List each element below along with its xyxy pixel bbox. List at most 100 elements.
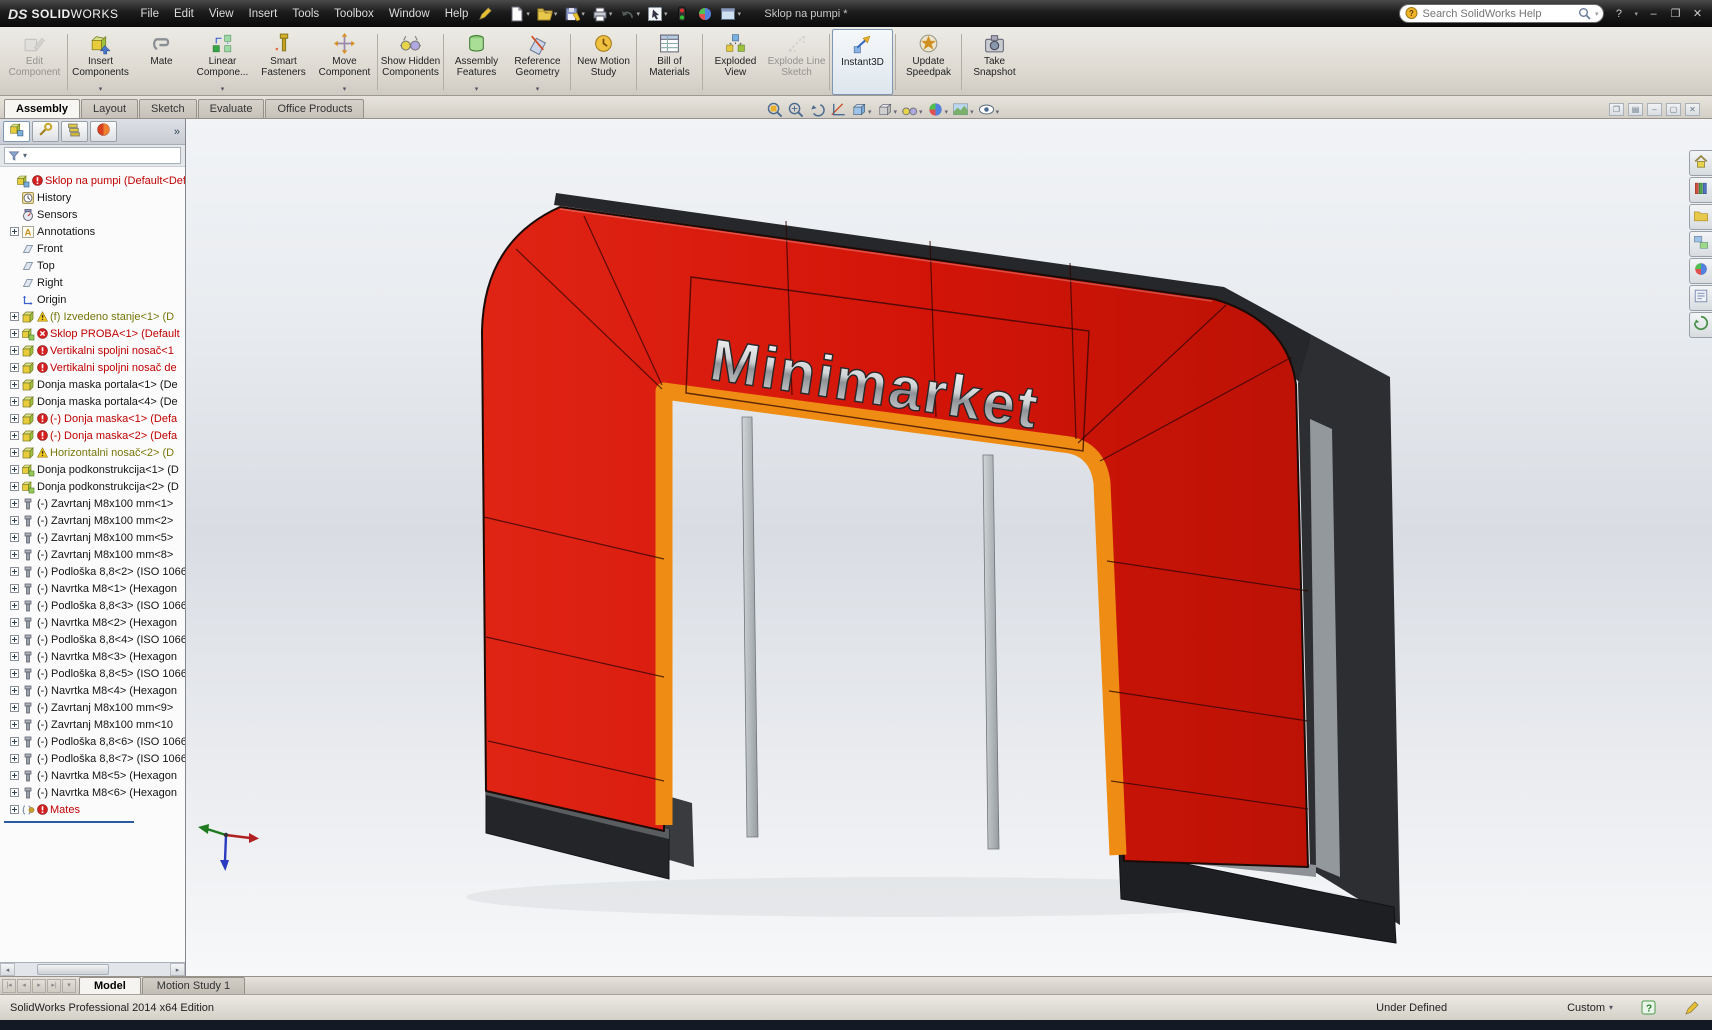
expand-toggle[interactable]	[10, 652, 19, 661]
expand-toggle[interactable]	[10, 771, 19, 780]
expand-toggle[interactable]	[10, 397, 19, 406]
display-style-button[interactable]: ▾	[875, 101, 899, 123]
menu-insert[interactable]: Insert	[249, 8, 278, 20]
tree-item[interactable]: (-) Zavrtanj M8x100 mm<2>	[0, 512, 185, 529]
rollback-bar[interactable]	[4, 821, 134, 823]
exploded-view-button[interactable]: Exploded View	[705, 29, 766, 95]
taskpane-tab-file-explorer[interactable]	[1689, 204, 1712, 230]
expand-toggle[interactable]	[10, 788, 19, 797]
tree-item[interactable]: AAnnotations	[0, 223, 185, 240]
tree-item[interactable]: Sklop PROBA<1> (Default	[0, 325, 185, 342]
scroll-left-button[interactable]: ◂	[0, 963, 15, 976]
tree-item[interactable]: (-) Navrtka M8<4> (Hexagon	[0, 682, 185, 699]
viewport-maximize-button[interactable]: ▢	[1666, 103, 1681, 116]
assembly-model[interactable]: Minimarket	[186, 119, 1712, 976]
expand-toggle[interactable]	[10, 550, 19, 559]
expand-toggle[interactable]	[10, 227, 19, 236]
tab-layout[interactable]: Layout	[81, 99, 138, 118]
search-input[interactable]	[1422, 8, 1573, 20]
menu-help[interactable]: Help	[445, 8, 469, 20]
show-hidden-button[interactable]: Show Hidden Components	[380, 29, 441, 95]
tree-item[interactable]: (-) Navrtka M8<3> (Hexagon	[0, 648, 185, 665]
bill-of-materials-button[interactable]: Bill of Materials	[639, 29, 700, 95]
filter-dropdown-icon[interactable]: ▾	[23, 151, 27, 160]
expand-toggle[interactable]	[10, 737, 19, 746]
save-button[interactable]: ▾	[564, 6, 585, 22]
edit-appearance-button[interactable]	[697, 6, 713, 22]
configuration-label[interactable]: Custom	[1567, 1002, 1605, 1014]
panel-tab-featuremanager[interactable]	[3, 121, 30, 142]
expand-toggle[interactable]	[10, 567, 19, 576]
undo-button[interactable]: ▾	[619, 6, 640, 22]
tree-item[interactable]: (-) Donja maska<1> (Defa	[0, 410, 185, 427]
expand-toggle[interactable]	[10, 414, 19, 423]
expand-toggle[interactable]	[10, 805, 19, 814]
expand-toggle[interactable]	[10, 499, 19, 508]
help-dropdown-icon[interactable]: ▾	[1634, 10, 1638, 18]
panel-tab-configurationmanager[interactable]	[61, 121, 88, 142]
expand-toggle[interactable]	[10, 635, 19, 644]
take-snapshot-button[interactable]: Take Snapshot	[964, 29, 1025, 95]
zoom-to-fit-button[interactable]	[765, 101, 784, 123]
window-help-button[interactable]: ?	[1612, 8, 1625, 20]
expand-toggle[interactable]	[10, 431, 19, 440]
viewport-tile-button[interactable]: ▤	[1628, 103, 1643, 116]
help-search-box[interactable]: ? ▾	[1399, 4, 1604, 23]
expand-toggle[interactable]	[10, 533, 19, 542]
expand-toggle[interactable]	[10, 346, 19, 355]
menu-tools[interactable]: Tools	[292, 8, 319, 20]
window-minimize-button[interactable]: –	[1647, 8, 1660, 20]
doc-tab-model[interactable]: Model	[79, 977, 141, 994]
tree-item[interactable]: (-) Zavrtanj M8x100 mm<9>	[0, 699, 185, 716]
scroll-right-button[interactable]: ▸	[170, 963, 185, 976]
tab-sketch[interactable]: Sketch	[139, 99, 197, 118]
expand-toggle[interactable]	[10, 312, 19, 321]
menu-edit[interactable]: Edit	[174, 8, 194, 20]
taskpane-tab-custom-properties[interactable]	[1689, 285, 1712, 311]
tree-item[interactable]: Donja maska portala<4> (De	[0, 393, 185, 410]
doc-tab-motion-study-1[interactable]: Motion Study 1	[142, 977, 245, 994]
tree-item[interactable]: (-) Podloška 8,8<2> (ISO 1066	[0, 563, 185, 580]
expand-toggle[interactable]	[10, 618, 19, 627]
panel-chevron-icon[interactable]: »	[174, 126, 182, 138]
graphics-viewport[interactable]: Minimarket	[186, 119, 1712, 976]
tree-item[interactable]: (-) Navrtka M8<5> (Hexagon	[0, 767, 185, 784]
rebuild-button[interactable]	[674, 6, 690, 22]
tree-item[interactable]: (-) Zavrtanj M8x100 mm<5>	[0, 529, 185, 546]
print-button[interactable]: ▾	[592, 6, 613, 22]
update-speedpak-button[interactable]: Update Speedpak	[898, 29, 959, 95]
expand-toggle[interactable]	[10, 380, 19, 389]
search-icon[interactable]	[1578, 7, 1591, 20]
expand-toggle[interactable]	[10, 482, 19, 491]
mate-button[interactable]: Mate	[131, 29, 192, 95]
tree-item[interactable]: Mates	[0, 801, 185, 818]
expand-toggle[interactable]	[10, 703, 19, 712]
tree-item[interactable]: (-) Podloška 8,8<4> (ISO 1066	[0, 631, 185, 648]
tree-item[interactable]: Vertikalni spoljni nosač de	[0, 359, 185, 376]
tree-item[interactable]: Sklop na pumpi (Default<Def	[0, 172, 185, 189]
tree-item[interactable]: (-) Podloška 8,8<3> (ISO 1066	[0, 597, 185, 614]
tree-item[interactable]: Front	[0, 240, 185, 257]
view-settings-button[interactable]: ▾	[977, 101, 1001, 123]
view-orientation-button[interactable]: ▾	[849, 101, 873, 123]
section-view-button[interactable]	[828, 101, 847, 123]
tree-item[interactable]: (-) Podloška 8,8<6> (ISO 1066	[0, 733, 185, 750]
scrollbar-track[interactable]	[15, 963, 170, 976]
viewport-close-button[interactable]: ✕	[1685, 103, 1700, 116]
instant3d-button[interactable]: Instant3D	[832, 29, 893, 95]
window-restore-button[interactable]: ❐	[1669, 7, 1682, 20]
tree-item[interactable]: (-) Podloška 8,8<7> (ISO 1066	[0, 750, 185, 767]
expand-toggle[interactable]	[10, 686, 19, 695]
support-pole-left[interactable]	[742, 417, 758, 837]
tree-item[interactable]: (f) Izvedeno stanje<1> (D	[0, 308, 185, 325]
quick-tips-icon[interactable]: ?	[1641, 1000, 1656, 1015]
expand-toggle[interactable]	[10, 516, 19, 525]
new-motion-tab-button[interactable]: ▾	[62, 979, 76, 993]
assembly-features-button[interactable]: Assembly Features	[446, 29, 507, 95]
expand-toggle[interactable]	[10, 601, 19, 610]
panel-tab-propertymanager[interactable]	[32, 121, 59, 142]
view-window-button[interactable]: ▾	[720, 6, 741, 22]
taskpane-tab-document-recovery[interactable]	[1689, 312, 1712, 338]
viewport-minimize-button[interactable]: –	[1647, 103, 1662, 116]
taskpane-tab-solidworks-resources[interactable]	[1689, 150, 1712, 176]
